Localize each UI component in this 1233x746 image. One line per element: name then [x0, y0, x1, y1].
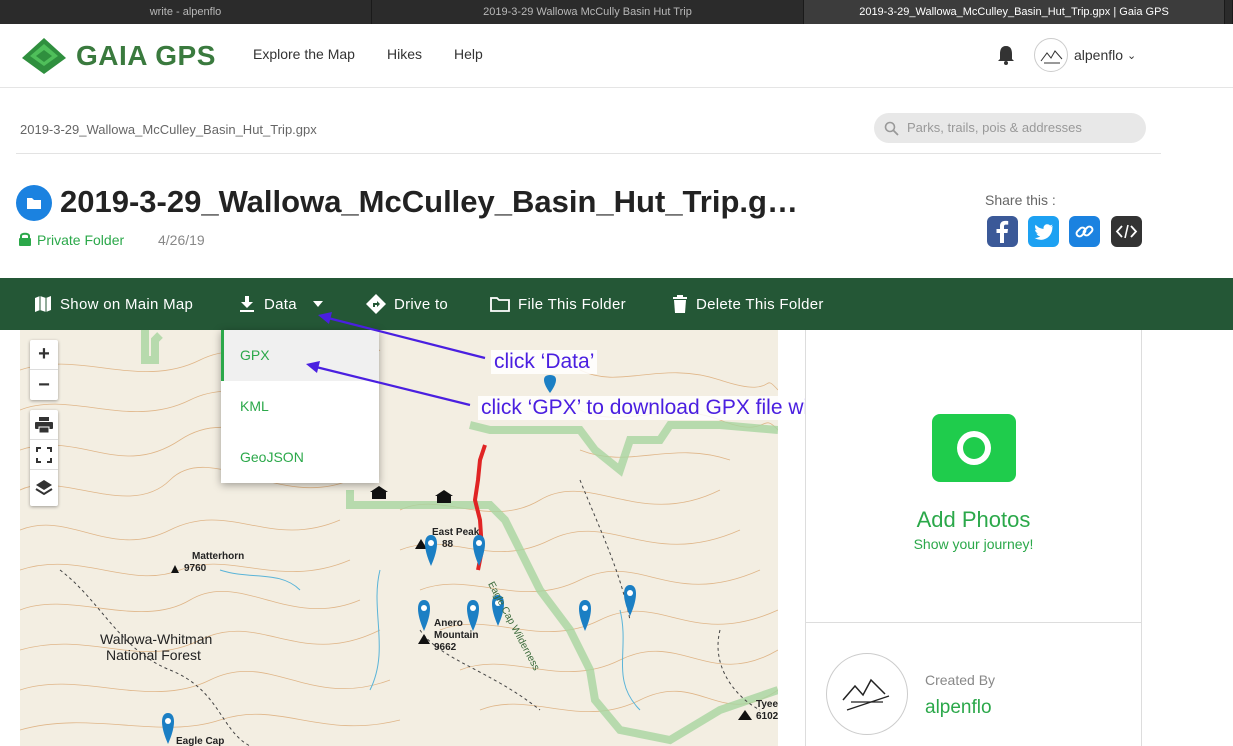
annotation-click-data: click ‘Data’ — [491, 350, 598, 374]
map-label-east-peak: East Peak — [432, 527, 480, 538]
gaia-tree-icon — [22, 38, 66, 74]
browser-tab-strip: write - alpenflo 2019-3-29 Wallowa McCul… — [0, 0, 1233, 24]
mountain-avatar-icon — [842, 678, 890, 711]
fullscreen-button[interactable] — [30, 440, 58, 470]
topo-map[interactable]: Matterhorn 9760 Wallowa-Whitman National… — [20, 330, 778, 746]
print-button[interactable] — [30, 410, 58, 440]
add-photos-subtitle: Show your journey! — [913, 536, 1034, 552]
delete-folder-button[interactable]: Delete This Folder — [672, 278, 824, 330]
lock-icon — [19, 232, 31, 246]
map-label-aneroid: Anero — [434, 618, 463, 629]
menu-item-kml[interactable]: KML — [221, 381, 379, 432]
caret-down-icon[interactable] — [312, 301, 323, 307]
share-label: Share this : — [985, 192, 1056, 208]
divider — [16, 153, 1161, 154]
drive-to-button[interactable]: Drive to — [366, 278, 448, 330]
menu-item-geojson[interactable]: GeoJSON — [221, 432, 379, 483]
folder-date: 4/26/19 — [158, 232, 205, 248]
map-label-aneroid-elevation: 9662 — [434, 642, 457, 653]
map-label-tyee: Tyee — [756, 699, 778, 710]
download-icon — [240, 296, 254, 312]
map-label-forest: Wallowa-Whitman — [100, 631, 213, 647]
breadcrumb: 2019-3-29_Wallowa_McCulley_Basin_Hut_Tri… — [20, 122, 317, 137]
site-header: GAIA GPS Explore the Map Hikes Help alpe… — [0, 24, 1233, 88]
code-embed-icon — [1115, 224, 1138, 239]
username[interactable]: alpenflo — [1074, 47, 1123, 63]
data-button[interactable]: Data — [238, 278, 331, 330]
browser-tab[interactable]: write - alpenflo — [0, 0, 372, 24]
zoom-in-button[interactable]: + — [30, 340, 58, 370]
data-format-menu: GPX KML GeoJSON — [221, 330, 379, 483]
map-tool-controls — [30, 410, 58, 506]
camera-icon[interactable] — [932, 414, 1016, 482]
browser-tab[interactable]: 2019-3-29 Wallowa McCully Basin Hut Trip — [372, 0, 804, 24]
folder-action-bar: Show on Main Map Data Drive to File This… — [0, 278, 1233, 330]
chevron-down-icon[interactable]: ⌄ — [1127, 49, 1136, 62]
fullscreen-icon — [36, 446, 52, 463]
show-on-map-label: Show on Main Map — [60, 295, 194, 313]
topo-map-canvas — [20, 330, 778, 746]
data-label: Data — [264, 295, 297, 313]
browser-tab-overflow — [1225, 0, 1233, 24]
created-by-label: Created By — [925, 672, 996, 688]
browser-tab-active[interactable]: 2019-3-29_Wallowa_McCulley_Basin_Hut_Tri… — [804, 0, 1225, 24]
add-photos-button[interactable]: Add Photos — [806, 507, 1141, 533]
file-folder-button[interactable]: File This Folder — [490, 278, 626, 330]
zoom-out-button[interactable]: − — [30, 370, 58, 400]
search-placeholder: Parks, trails, pois & addresses — [907, 120, 1082, 135]
file-folder-label: File This Folder — [518, 295, 626, 313]
map-label-matterhorn: Matterhorn — [192, 551, 245, 562]
creator-name-link[interactable]: alpenflo — [925, 697, 992, 719]
menu-item-gpx[interactable]: GPX — [221, 330, 379, 381]
directions-icon — [366, 294, 386, 314]
printer-icon — [35, 416, 53, 433]
map-label-forest-line2: National Forest — [106, 647, 201, 663]
creator-avatar[interactable] — [826, 653, 908, 735]
search-input[interactable]: Parks, trails, pois & addresses — [874, 113, 1146, 143]
map-label-tyee-elevation: 6102 — [756, 711, 778, 722]
mountain-avatar-icon — [1040, 50, 1063, 64]
map-icon — [35, 296, 51, 312]
page-title: 2019-3-29_Wallowa_McCulley_Basin_Hut_Tri… — [60, 184, 800, 219]
trash-icon — [673, 295, 687, 313]
privacy-status[interactable]: Private Folder — [37, 232, 124, 248]
show-on-map-button[interactable]: Show on Main Map — [34, 278, 193, 330]
divider — [806, 622, 1141, 623]
map-label-east-peak-elevation: 88 — [442, 539, 454, 550]
embed-share-button[interactable] — [1111, 216, 1142, 247]
twitter-share-button[interactable] — [1028, 216, 1059, 247]
folder-side-panel: Add Photos Show your journey! Created By… — [805, 330, 1142, 746]
facebook-icon — [996, 220, 1009, 243]
twitter-icon — [1034, 224, 1053, 240]
map-label-matterhorn-elevation: 9760 — [184, 563, 207, 574]
zoom-controls: + − — [30, 340, 58, 400]
map-label-eagle-cap: Eagle Cap — [176, 736, 225, 746]
bell-icon[interactable] — [996, 44, 1016, 66]
logo-text: GAIA GPS — [76, 40, 216, 71]
map-label-aneroid-line2: Mountain — [434, 630, 479, 641]
user-avatar[interactable] — [1034, 38, 1068, 72]
delete-folder-label: Delete This Folder — [696, 295, 824, 313]
link-icon — [1075, 225, 1094, 238]
folder-icon — [16, 185, 52, 221]
gaia-logo[interactable]: GAIA GPS — [20, 36, 216, 76]
layers-button[interactable] — [30, 470, 58, 506]
layers-icon — [35, 480, 53, 496]
folder-outline-icon — [490, 297, 510, 312]
search-icon — [884, 121, 899, 136]
nav-hikes[interactable]: Hikes — [387, 46, 422, 62]
link-share-button[interactable] — [1069, 216, 1100, 247]
nav-explore-map[interactable]: Explore the Map — [253, 46, 355, 62]
nav-help[interactable]: Help — [454, 46, 483, 62]
facebook-share-button[interactable] — [987, 216, 1018, 247]
drive-to-label: Drive to — [394, 295, 449, 313]
